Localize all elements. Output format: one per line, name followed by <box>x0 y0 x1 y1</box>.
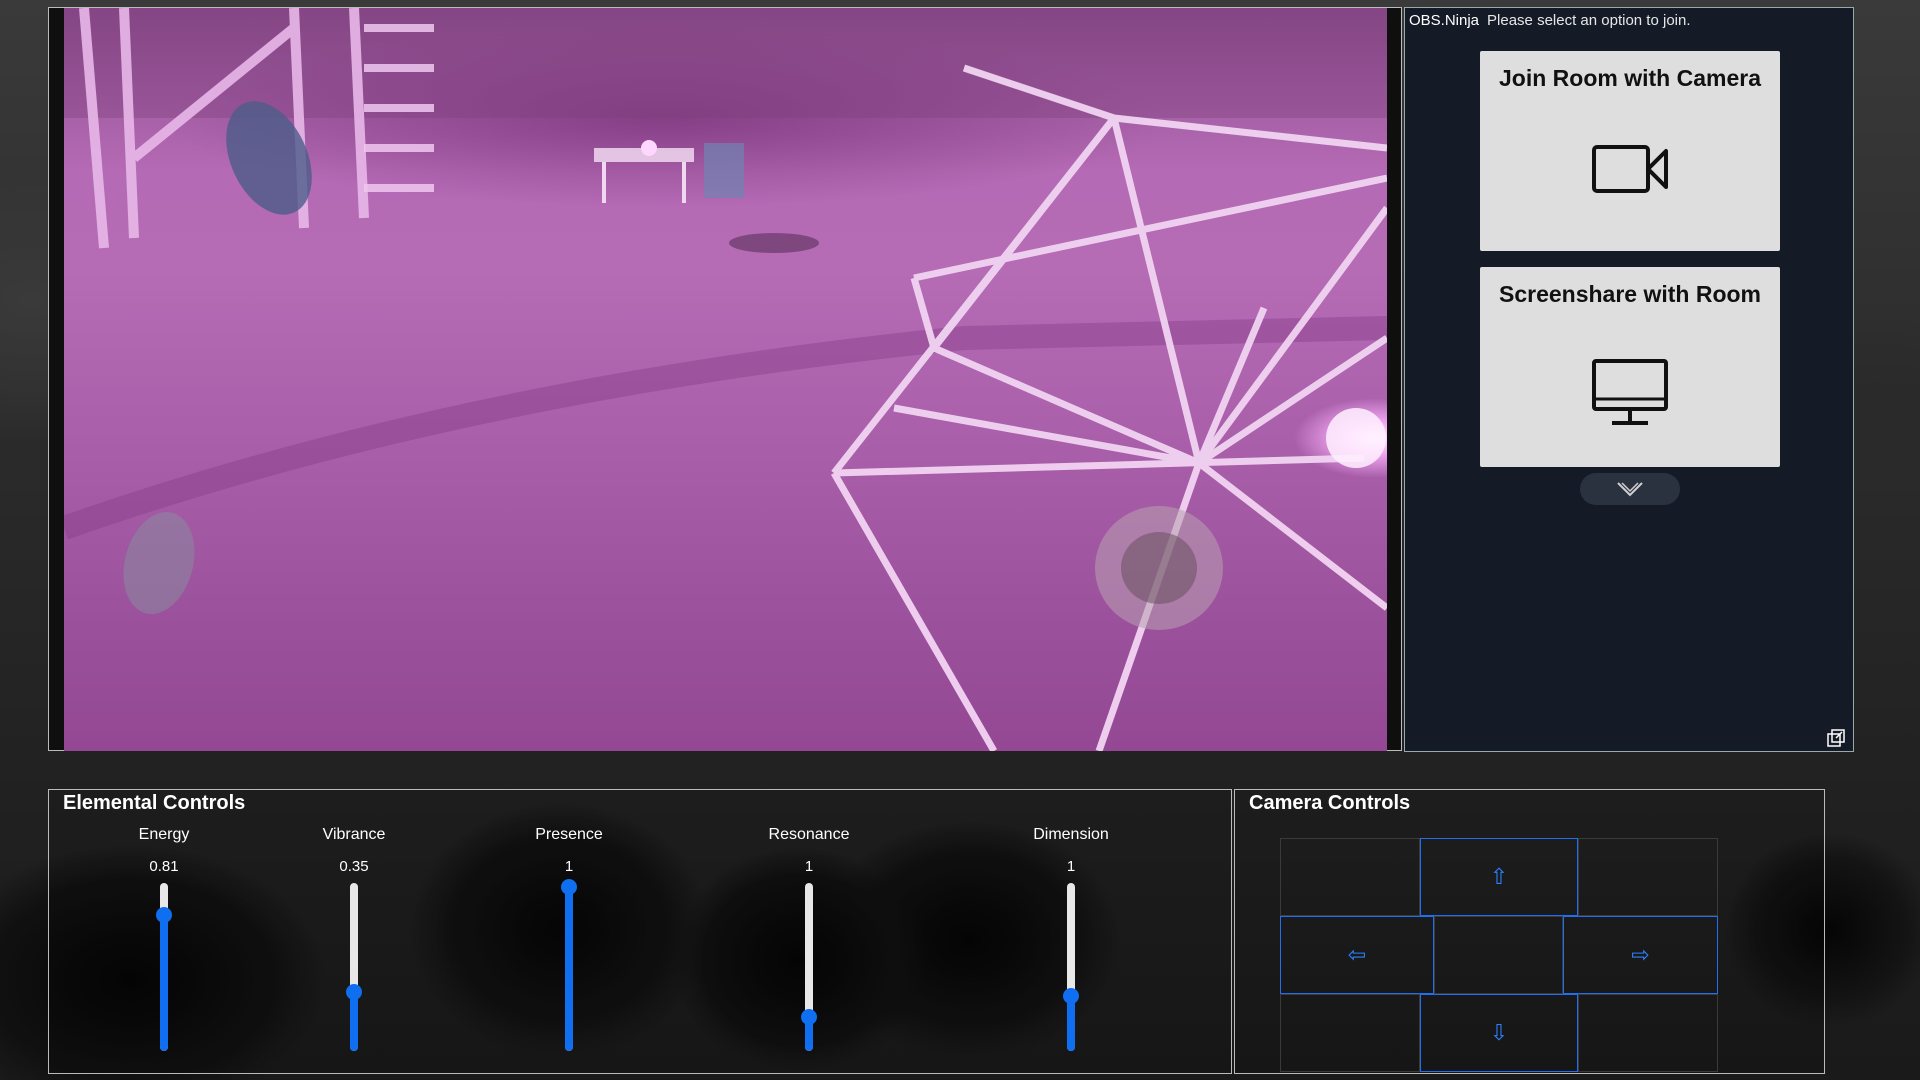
slider-dimension: Dimension 1 <box>1011 826 1131 1051</box>
pan-down-button[interactable]: ⇩ <box>1420 994 1578 1072</box>
join-room-with-camera-button[interactable]: Join Room with Camera <box>1480 51 1780 251</box>
slider-vibrance: Vibrance 0.35 <box>294 826 414 1051</box>
screenshare-with-room-button[interactable]: Screenshare with Room <box>1480 267 1780 467</box>
slider-fill <box>350 992 358 1051</box>
slider-energy: Energy 0.81 <box>104 826 224 1051</box>
elemental-controls-panel: Elemental Controls Energy 0.81 Vibrance … <box>48 789 1232 1074</box>
slider-presence: Presence 1 <box>509 826 629 1051</box>
join-room-with-camera-label: Join Room with Camera <box>1499 65 1761 91</box>
slider-fill <box>565 883 573 1051</box>
energy-slider-track[interactable] <box>156 883 172 1051</box>
pan-right-button[interactable]: ⇨ <box>1563 916 1718 994</box>
presence-slider-track[interactable] <box>561 879 577 1051</box>
popout-window-icon[interactable] <box>1827 729 1845 747</box>
slider-thumb[interactable] <box>561 879 577 895</box>
brand-name: OBS.Ninja <box>1409 12 1480 29</box>
vibrance-slider-track[interactable] <box>346 883 362 1051</box>
elemental-controls-title: Elemental Controls <box>63 792 246 814</box>
dpad-empty-cell <box>1280 994 1420 1072</box>
slider-label: Resonance <box>768 826 850 843</box>
camera-controls-panel: Camera Controls ⇧ ⇦ ⇨ ⇩ <box>1234 789 1825 1074</box>
screenshare-with-room-label: Screenshare with Room <box>1498 281 1762 307</box>
dimension-slider-track[interactable] <box>1063 883 1079 1051</box>
slider-value: 1 <box>1066 858 1076 875</box>
slider-value: 1 <box>564 858 574 875</box>
more-options-button[interactable] <box>1580 473 1680 505</box>
slider-fill <box>160 915 168 1051</box>
slider-thumb[interactable] <box>801 1009 817 1025</box>
slider-fill <box>1067 996 1075 1051</box>
slider-thumb[interactable] <box>346 984 362 1000</box>
slider-value: 0.35 <box>339 858 369 875</box>
video-scene-graphics <box>64 8 1387 751</box>
dpad-empty-cell <box>1280 838 1420 916</box>
slider-thumb[interactable] <box>1063 988 1079 1004</box>
video-camera-icon <box>1592 145 1668 193</box>
camera-video-preview <box>64 8 1387 751</box>
dpad-empty-cell <box>1578 838 1718 916</box>
join-header: OBS.Ninja Please select an option to join… <box>1409 12 1691 29</box>
slider-label: Energy <box>138 826 190 843</box>
camera-controls-title: Camera Controls <box>1249 792 1411 814</box>
slider-label: Dimension <box>1033 826 1109 843</box>
slider-value: 0.81 <box>149 858 179 875</box>
slider-thumb[interactable] <box>156 907 172 923</box>
join-panel: OBS.Ninja Please select an option to join… <box>1404 7 1854 752</box>
chevron-down-icon <box>1617 482 1643 497</box>
dpad-center-cell <box>1434 916 1563 994</box>
resonance-slider-track[interactable] <box>801 883 817 1051</box>
pan-up-button[interactable]: ⇧ <box>1420 838 1578 916</box>
slider-resonance: Resonance 1 <box>749 826 869 1051</box>
join-prompt: Please select an option to join. <box>1487 12 1691 29</box>
slider-value: 1 <box>804 858 814 875</box>
desktop-monitor-icon <box>1592 359 1668 425</box>
pan-left-button[interactable]: ⇦ <box>1280 916 1434 994</box>
dpad-empty-cell <box>1578 994 1718 1072</box>
slider-label: Vibrance <box>322 826 386 843</box>
camera-dpad: ⇧ ⇦ ⇨ ⇩ <box>1280 838 1718 1072</box>
slider-label: Presence <box>535 826 603 843</box>
